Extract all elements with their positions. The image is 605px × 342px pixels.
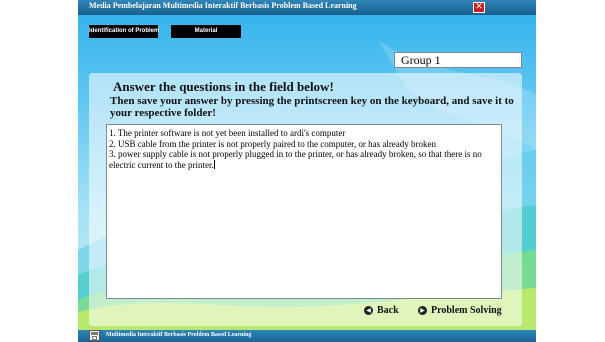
instruction-subtext: Then save your answer by pressing the pr… [110, 95, 514, 119]
instruction-heading: Answer the questions in the field below! [113, 79, 334, 94]
text-caret [213, 159, 215, 169]
answer-line: 1. The printer software is not yet been … [109, 128, 346, 138]
group-name-field[interactable]: Group 1 [394, 52, 522, 68]
forward-arrow-icon: ▶ [418, 305, 427, 315]
back-label: Back [377, 304, 399, 316]
instructions: Answer the questions in the field below!… [110, 79, 520, 120]
tab-material[interactable]: Material [171, 25, 241, 38]
close-icon: ✕ [475, 2, 483, 12]
title-bar: Media Pembelajaran Multimedia Interaktif… [78, 0, 536, 15]
tab-identification-of-problem[interactable]: Identification of Problem [89, 25, 159, 38]
printer-icon[interactable] [89, 330, 100, 341]
back-arrow-icon: ◀ [364, 305, 373, 315]
back-button[interactable]: ◀ Back [364, 304, 399, 316]
window-title: Media Pembelajaran Multimedia Interaktif… [89, 1, 357, 10]
app-frame: Media Pembelajaran Multimedia Interaktif… [0, 0, 605, 342]
problem-solving-button[interactable]: ▶ Problem Solving [418, 304, 502, 316]
footer-bar: Multimedia Interaktif Berbasis Problem B… [78, 330, 536, 342]
answer-line-text: 3. power supply cable is not properly pl… [109, 149, 482, 170]
close-button[interactable]: ✕ [473, 2, 485, 13]
footer-text: Multimedia Interaktif Berbasis Problem B… [106, 332, 252, 338]
answer-textarea[interactable]: 1. The printer software is not yet been … [106, 124, 502, 299]
answer-line: 3. power supply cable is not properly pl… [109, 149, 499, 170]
app-stage: Media Pembelajaran Multimedia Interaktif… [78, 0, 536, 342]
problem-solving-label: Problem Solving [431, 304, 502, 316]
answer-line: 2. USB cable from the printer is not pro… [109, 138, 437, 149]
